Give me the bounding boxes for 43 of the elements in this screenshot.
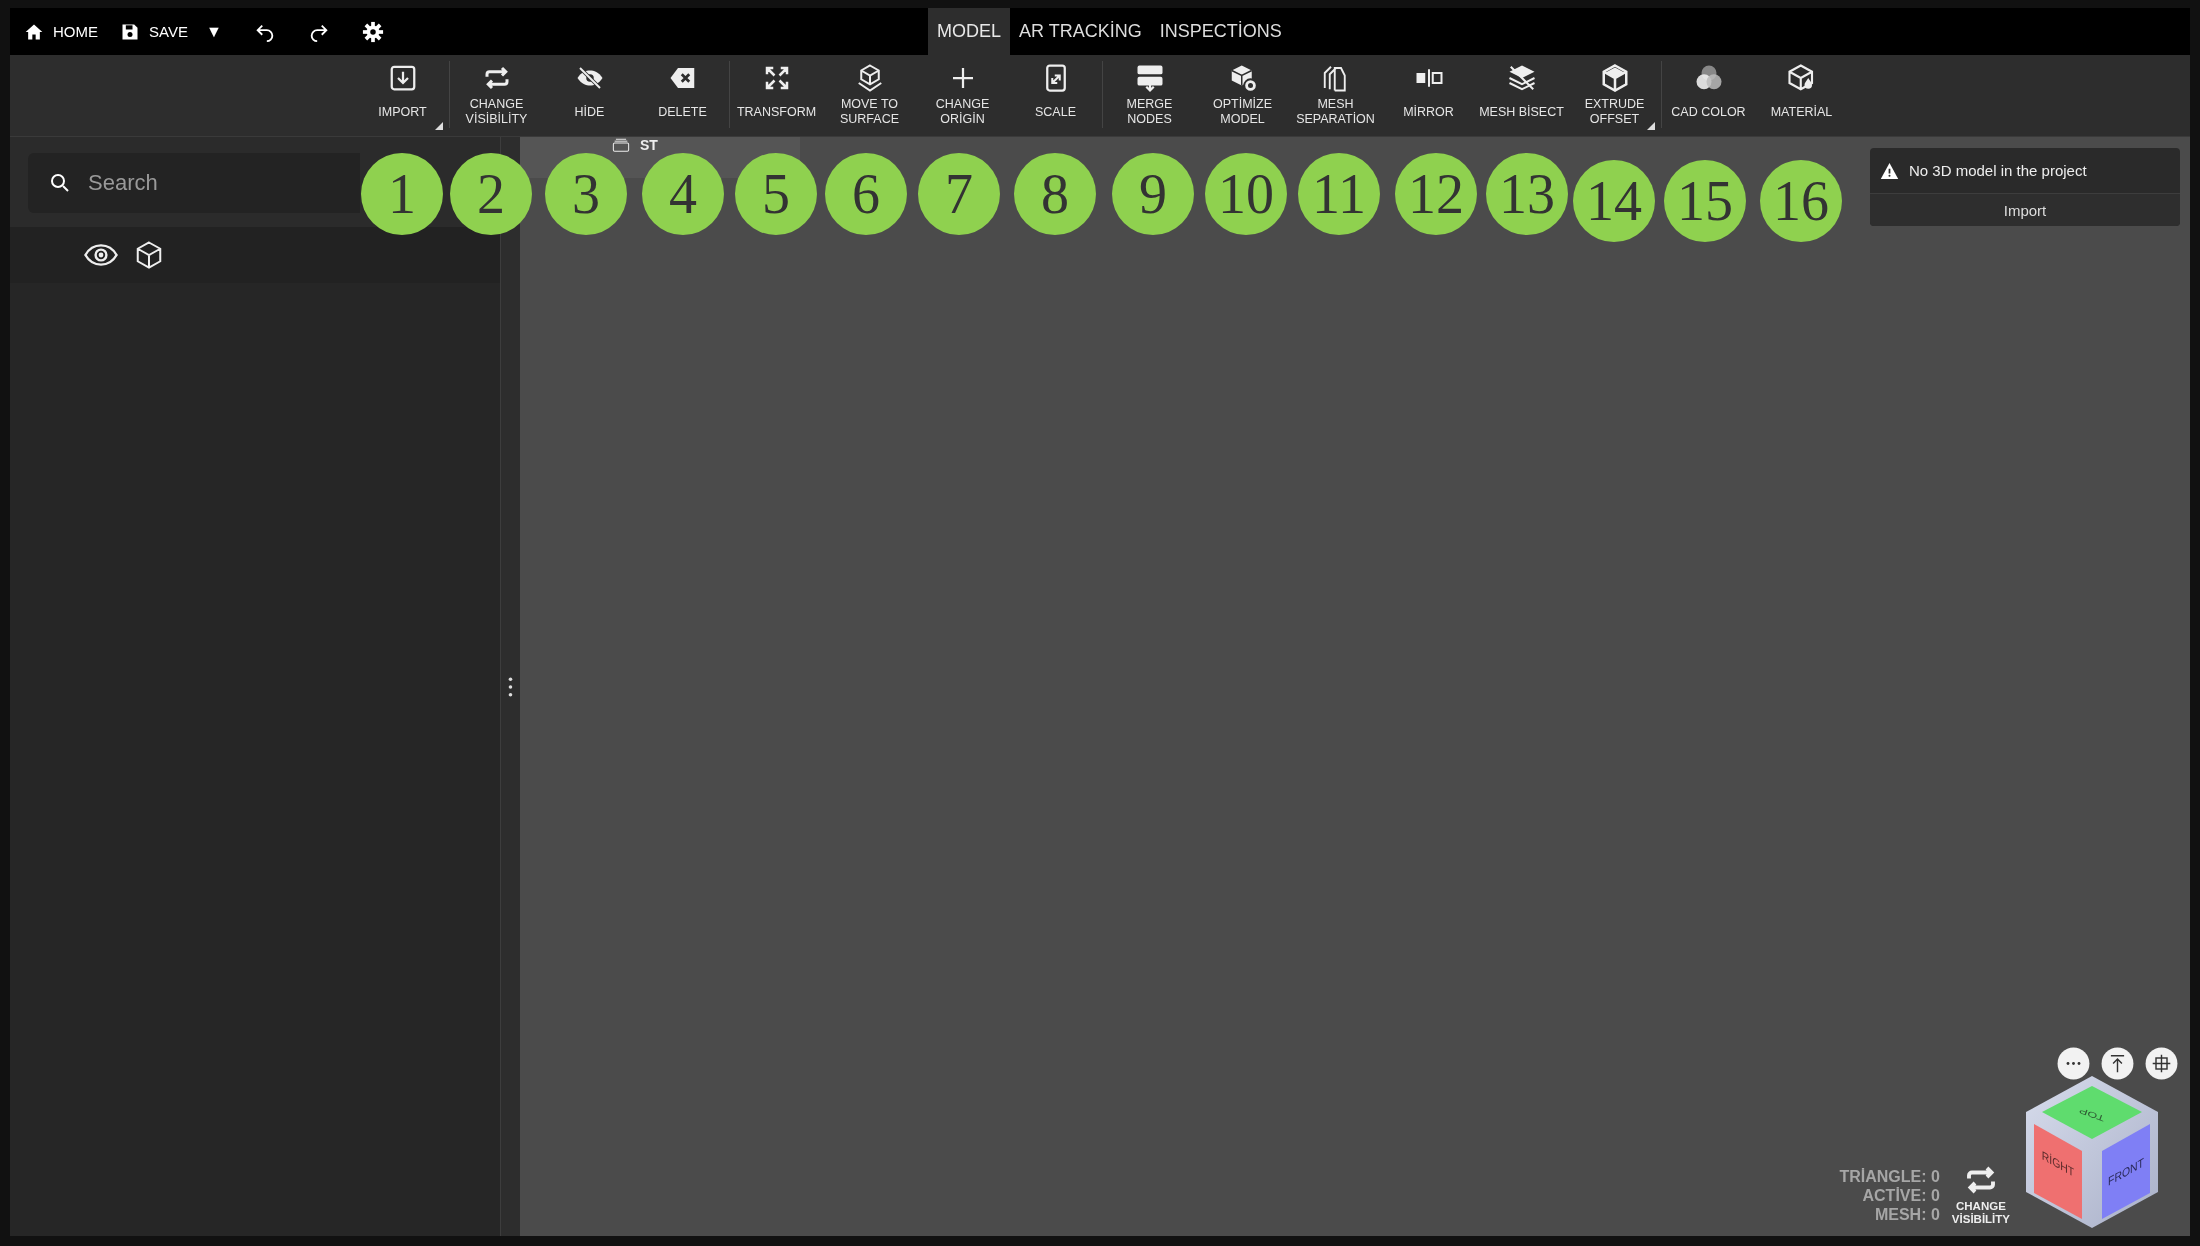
tool-button[interactable]: CAD COLOR xyxy=(1662,55,1755,136)
stacked-tray-icon xyxy=(612,138,630,152)
top-view-button[interactable] xyxy=(2101,1047,2134,1080)
search-field[interactable]: Search xyxy=(28,153,360,213)
menu-corner-icon xyxy=(1647,122,1655,130)
tool-button[interactable]: SCALE xyxy=(1009,55,1102,136)
frame-view-button[interactable] xyxy=(2145,1047,2178,1080)
tree-row[interactable] xyxy=(10,227,500,283)
stat-text: ACTİVE: 0 xyxy=(1862,1186,1940,1205)
tool-button[interactable]: HİDE xyxy=(543,55,636,136)
tool-button[interactable]: TRANSFORM xyxy=(730,55,823,136)
tool-button[interactable]: OPTİMİZE MODEL xyxy=(1196,55,1289,136)
home-button[interactable]: HOME xyxy=(24,21,98,42)
save-button[interactable]: SAVE xyxy=(120,21,188,42)
tool-button[interactable]: MİRROR xyxy=(1382,55,1475,136)
mode-tab[interactable]: AR TRACKİNG xyxy=(1010,8,1151,55)
stat-text: TRİANGLE: 0 xyxy=(1839,1167,1940,1186)
notice-message: No 3D model in the project xyxy=(1909,162,2087,179)
stat-text: MESH: 0 xyxy=(1874,1205,1940,1224)
tool-button[interactable]: MESH SEPARATİON xyxy=(1289,55,1382,136)
eye-icon[interactable] xyxy=(84,243,118,267)
import-button[interactable]: Import xyxy=(1870,193,2180,226)
tool-button[interactable]: MOVE TO SURFACE xyxy=(823,55,916,136)
warning-icon xyxy=(1880,161,1899,180)
tool-button[interactable]: EXTRUDE OFFSET xyxy=(1568,55,1661,136)
tool-button[interactable]: MATERİAL xyxy=(1755,55,1848,136)
menu-corner-icon xyxy=(435,122,443,130)
more-button[interactable] xyxy=(2057,1047,2090,1080)
settings-icon[interactable] xyxy=(361,20,384,43)
states-tab[interactable]: ST xyxy=(612,138,658,152)
tool-button[interactable]: IMPORT xyxy=(356,55,449,136)
mode-tab[interactable]: INSPECTİONS xyxy=(1150,8,1291,55)
cut-layers-icon xyxy=(1506,63,1537,93)
save-dropdown-button[interactable]: ▼ xyxy=(205,22,222,41)
drag-handle-icon[interactable] xyxy=(508,676,513,697)
change-visibility-button[interactable]: CHANGE VİSİBİLİTY xyxy=(1951,1162,2010,1232)
cube-icon xyxy=(134,240,164,270)
tool-button[interactable]: MESH BİSECT xyxy=(1475,55,1568,136)
mode-tab[interactable]: MODEL xyxy=(928,8,1010,55)
tool-button[interactable]: CHANGE VİSİBİLİTY xyxy=(450,55,543,136)
tool-button[interactable]: MERGE NODES xyxy=(1103,55,1196,136)
tool-button[interactable]: DELETE xyxy=(636,55,729,136)
tool-button[interactable]: CHANGE ORİGİN xyxy=(916,55,1009,136)
